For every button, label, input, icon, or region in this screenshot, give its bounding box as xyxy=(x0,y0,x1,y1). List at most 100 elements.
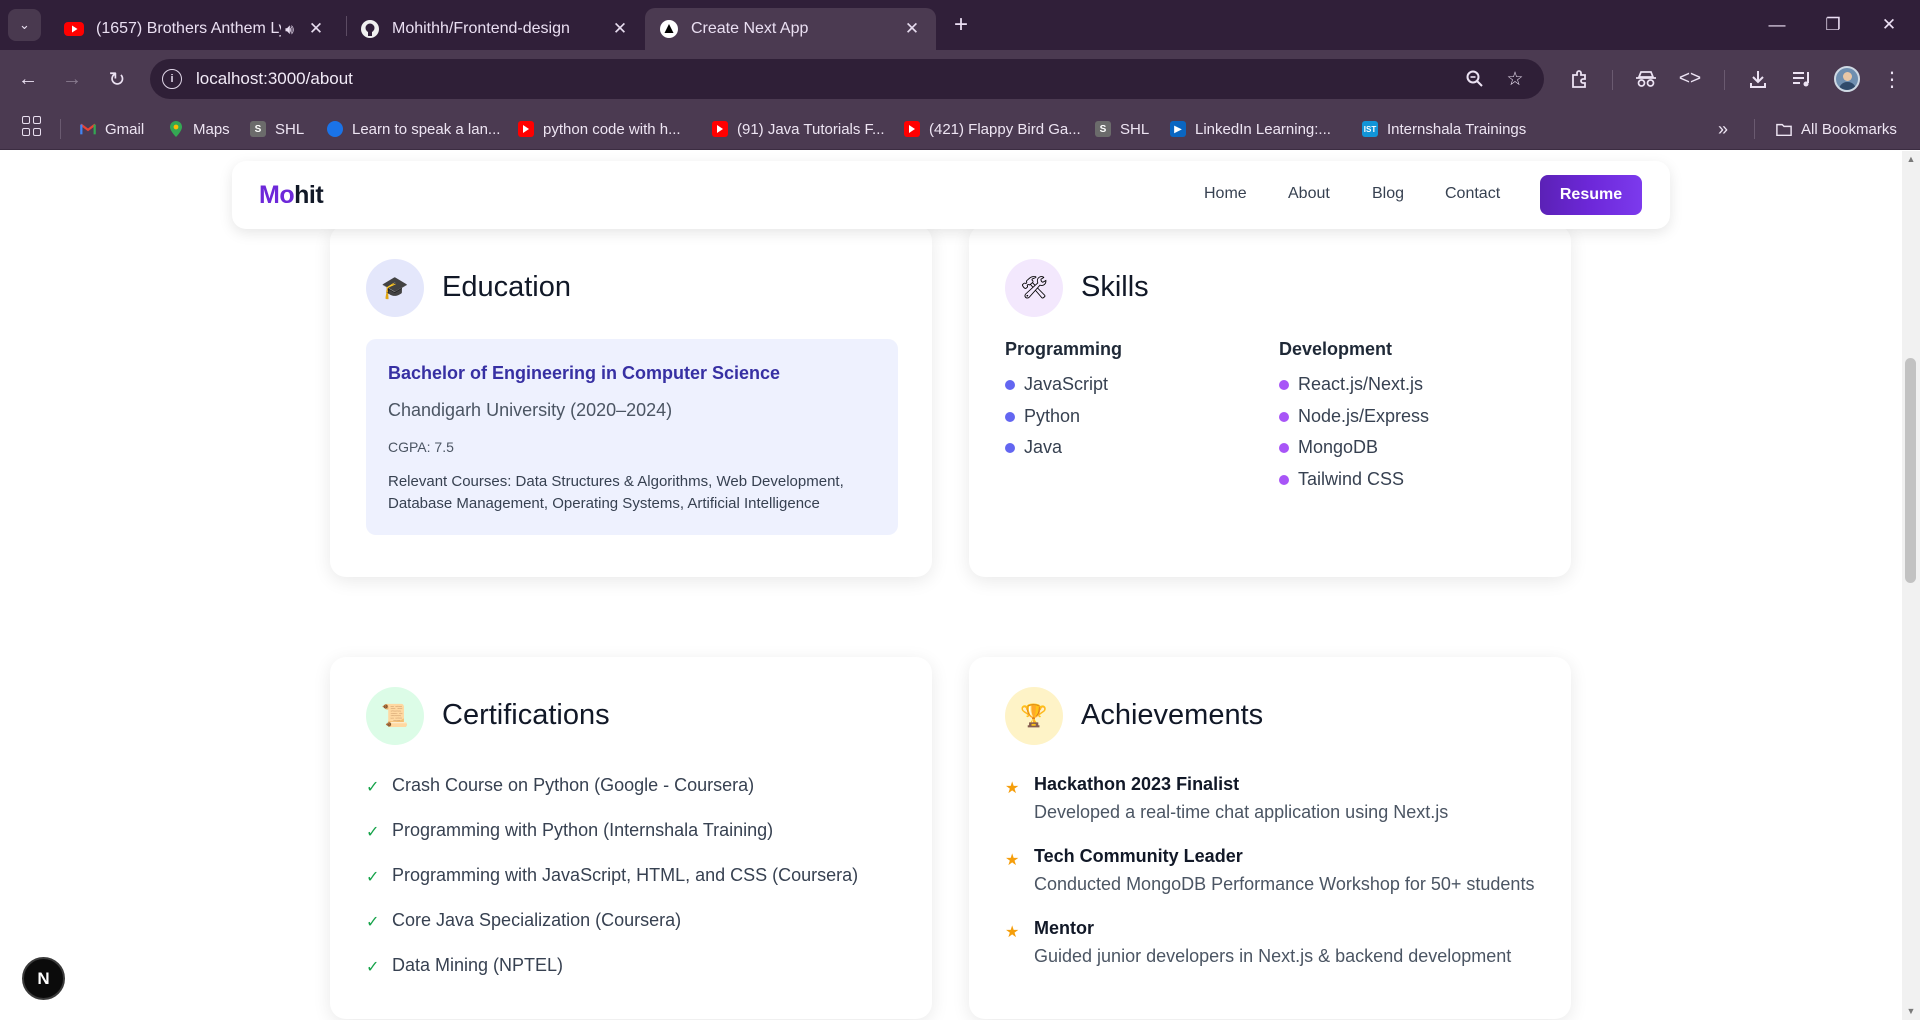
bookmark-linkedin-learning[interactable]: ▶ LinkedIn Learning:... xyxy=(1170,116,1331,142)
tab-create-next-app[interactable]: Create Next App ✕ xyxy=(645,8,936,50)
scroll-up-icon[interactable]: ▲ xyxy=(1905,154,1917,164)
all-bookmarks-button[interactable]: All Bookmarks xyxy=(1776,116,1897,142)
incognito-icon[interactable] xyxy=(1632,65,1660,93)
tab-youtube[interactable]: (1657) Brothers Anthem Lyri 🔊︎ ✕ xyxy=(50,8,340,50)
kebab-menu-icon[interactable]: ⋮ xyxy=(1878,65,1906,93)
minimize-button[interactable]: — xyxy=(1754,10,1800,40)
nextjs-dev-indicator[interactable]: N xyxy=(22,957,65,1000)
maps-pin-icon xyxy=(168,121,184,137)
arrow-right-icon: → xyxy=(62,67,82,90)
url-text[interactable]: localhost:3000/about xyxy=(196,69,353,89)
code-icon[interactable]: <> xyxy=(1676,65,1704,93)
zoom-icon[interactable] xyxy=(1464,68,1486,90)
resume-button[interactable]: Resume xyxy=(1540,175,1642,215)
internshala-icon: IST xyxy=(1362,121,1378,137)
tab-github[interactable]: Mohithh/Frontend-design ✕ xyxy=(346,8,644,50)
language-app-icon xyxy=(327,121,343,137)
achievements-card: 🏆 Achievements ★ Hackathon 2023 Finalist… xyxy=(969,657,1571,1019)
more-bookmarks-button[interactable]: » xyxy=(1718,116,1728,142)
plus-icon: + xyxy=(953,11,968,38)
youtube-icon xyxy=(518,121,534,137)
bookmark-label: SHL xyxy=(1120,120,1150,138)
skill-item: MongoDB xyxy=(1279,437,1378,458)
profile-avatar[interactable] xyxy=(1834,66,1860,92)
address-bar[interactable]: i localhost:3000/about ☆ xyxy=(150,59,1544,99)
university-name: Chandigarh University (2020–2024) xyxy=(388,400,673,420)
arrow-left-icon: ← xyxy=(18,67,38,90)
bookmark-learn-language[interactable]: Learn to speak a lan... xyxy=(327,116,500,142)
trophy-icon: 🏆 xyxy=(1005,687,1063,745)
bookmark-internshala[interactable]: IST Internshala Trainings xyxy=(1362,116,1526,142)
bullet-dot xyxy=(1005,411,1015,422)
site-info-icon[interactable]: i xyxy=(162,69,182,89)
bookmark-python-code[interactable]: python code with h... xyxy=(518,116,681,142)
close-icon[interactable]: ✕ xyxy=(306,19,326,39)
bookmark-shl-2[interactable]: S SHL xyxy=(1095,116,1149,142)
star-icon: ★ xyxy=(1005,924,1020,941)
certification-label: Programming with Python (Internshala Tra… xyxy=(392,820,774,840)
bookmark-star-icon[interactable]: ☆ xyxy=(1504,68,1526,90)
certification-item: ✓ Programming with JavaScript, HTML, and … xyxy=(366,864,858,887)
checkmark-icon: ✓ xyxy=(366,959,380,976)
tab-title: (1657) Brothers Anthem Lyri xyxy=(96,20,282,37)
development-heading: Development xyxy=(1279,339,1393,359)
shl-icon: S xyxy=(250,121,266,137)
nav-about[interactable]: About xyxy=(1288,185,1330,203)
media-control-icon[interactable] xyxy=(1788,65,1816,93)
certification-item: ✓ Crash Course on Python (Google - Course… xyxy=(366,774,754,797)
close-icon: ✕ xyxy=(1881,15,1897,34)
bookmark-java-tutorials[interactable]: (91) Java Tutorials F... xyxy=(712,116,885,142)
bookmark-divider xyxy=(60,119,61,139)
nav-contact[interactable]: Contact xyxy=(1445,185,1500,203)
forward-button[interactable]: → xyxy=(56,63,88,95)
shl-icon: S xyxy=(1095,121,1111,137)
reload-button[interactable]: ↻ xyxy=(101,63,133,95)
bookmarks-bar: Gmail Maps S SHL Learn to speak a lan... … xyxy=(0,108,1920,150)
bookmark-gmail[interactable]: Gmail xyxy=(80,116,144,142)
tab-search-button[interactable]: ⌄ xyxy=(8,9,41,41)
extensions-icon[interactable] xyxy=(1566,65,1594,93)
bookmark-label: Internshala Trainings xyxy=(1387,120,1527,138)
degree-title: Bachelor of Engineering in Computer Scie… xyxy=(388,363,781,383)
tab-title: Create Next App xyxy=(691,20,809,37)
bullet-dot xyxy=(1279,379,1289,390)
scroll-down-icon[interactable]: ▼ xyxy=(1905,1006,1917,1016)
new-tab-button[interactable]: + xyxy=(948,11,974,38)
cgpa-text: CGPA: 7.5 xyxy=(388,439,454,455)
bullet-dot xyxy=(1279,411,1289,422)
skill-label: Java xyxy=(1024,437,1063,457)
speaker-icon[interactable]: 🔊︎ xyxy=(285,21,294,38)
bookmark-shl[interactable]: S SHL xyxy=(250,116,304,142)
bookmark-label: (421) Flappy Bird Ga... xyxy=(929,120,1081,138)
bookmark-maps[interactable]: Maps xyxy=(168,116,230,142)
close-icon[interactable]: ✕ xyxy=(902,19,922,39)
tab-strip: ⌄ (1657) Brothers Anthem Lyri 🔊︎ ✕ Mohit… xyxy=(0,0,1920,50)
restore-button[interactable]: ❐ xyxy=(1810,10,1856,40)
bookmark-flappy-bird[interactable]: (421) Flappy Bird Ga... xyxy=(904,116,1081,142)
reload-icon: ↻ xyxy=(108,68,126,91)
page-scrollbar-thumb[interactable] xyxy=(1905,358,1916,583)
relevant-courses: Relevant Courses: Data Structures & Algo… xyxy=(388,473,844,512)
apps-grid-icon[interactable] xyxy=(22,116,42,136)
skill-label: MongoDB xyxy=(1298,437,1379,457)
certification-item: ✓ Core Java Specialization (Coursera) xyxy=(366,909,681,932)
page-scrollbar-track[interactable] xyxy=(1902,151,1920,1020)
skill-label: Python xyxy=(1024,406,1081,426)
minimize-icon: — xyxy=(1768,15,1786,34)
site-logo[interactable]: Mohit xyxy=(259,181,324,210)
checkmark-icon: ✓ xyxy=(366,914,380,931)
skill-item: Tailwind CSS xyxy=(1279,469,1404,490)
skill-item: Python xyxy=(1005,406,1080,427)
back-button[interactable]: ← xyxy=(12,63,44,95)
download-icon[interactable] xyxy=(1744,65,1772,93)
nav-blog[interactable]: Blog xyxy=(1372,185,1404,203)
close-window-button[interactable]: ✕ xyxy=(1866,10,1912,40)
github-icon xyxy=(360,19,380,39)
skill-label: JavaScript xyxy=(1024,374,1109,394)
graduation-cap-icon: 🎓 xyxy=(366,259,424,317)
nav-home[interactable]: Home xyxy=(1204,185,1247,203)
bullet-dot xyxy=(1005,379,1015,390)
certification-item: ✓ Programming with Python (Internshala Tr… xyxy=(366,819,773,842)
close-icon[interactable]: ✕ xyxy=(610,19,630,39)
card-title: Certifications xyxy=(442,699,610,731)
